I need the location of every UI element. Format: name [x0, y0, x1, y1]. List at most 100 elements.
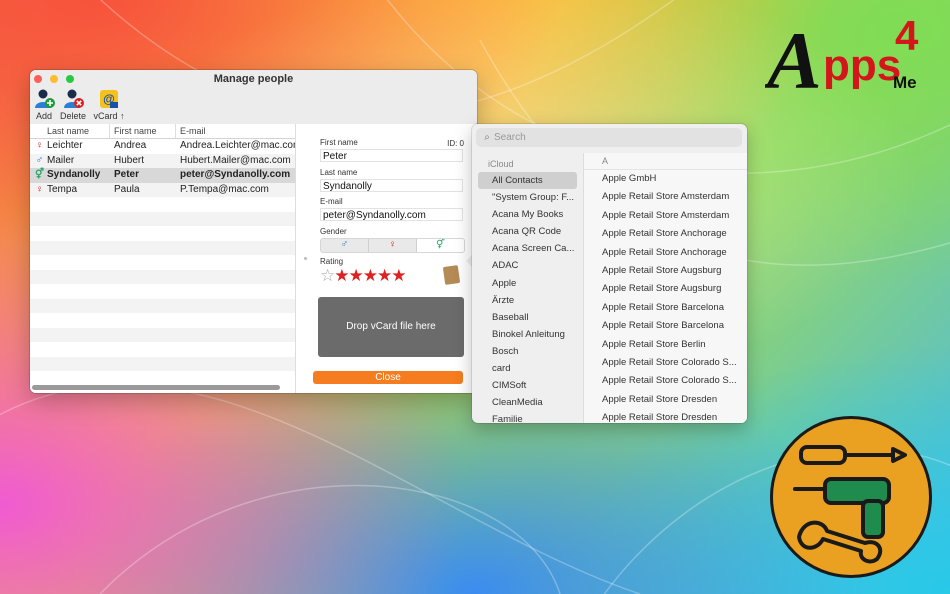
empty-table-row — [30, 342, 295, 357]
email-cell: Andrea.Leichter@mac.com — [180, 140, 295, 151]
group-item[interactable]: Bosch — [472, 343, 583, 360]
star-filled-icon[interactable]: ★ — [349, 266, 364, 285]
delete-person-icon — [62, 88, 84, 110]
contacts-popover: ⌕ Search iCloud All Contacts "System Group… — [472, 124, 747, 423]
logo-text-4: 4 — [895, 12, 919, 59]
email-field[interactable]: peter@Syndanolly.com — [320, 208, 463, 221]
rating-stars[interactable]: ☆★★★★★ — [320, 266, 407, 285]
gender-female-option[interactable]: ♀ — [369, 239, 417, 252]
email-cell: peter@Syndanolly.com — [180, 169, 291, 180]
delete-label: Delete — [59, 111, 86, 121]
star-filled-icon[interactable]: ★ — [391, 266, 406, 285]
first-name-cell: Hubert — [114, 154, 145, 166]
table-row[interactable]: ♀ Leichter Andrea Andrea.Leichter@mac.com — [30, 139, 295, 154]
group-item[interactable]: "System Group: F... — [472, 189, 583, 206]
contact-item[interactable]: Apple Retail Store Augsburg — [584, 280, 747, 298]
contact-item[interactable]: Apple Retail Store Colorado S... — [584, 372, 747, 390]
contact-item[interactable]: Apple Retail Store Barcelona — [584, 299, 747, 317]
last-name-text: Leichter — [47, 140, 83, 151]
detail-panel: First name ID: 0 Peter Last name Syndano… — [296, 124, 477, 393]
group-item[interactable]: Acana Screen Ca... — [472, 240, 583, 257]
logo-letter-a: A — [765, 15, 822, 100]
search-placeholder: Search — [494, 132, 526, 143]
last-name-field[interactable]: Syndanolly — [320, 179, 463, 192]
group-item[interactable]: Ärzte — [472, 292, 583, 309]
gender-male-icon: ♂ — [35, 154, 44, 166]
contact-item[interactable]: Apple Retail Store Berlin — [584, 336, 747, 354]
contact-item[interactable]: Apple Retail Store Amsterdam — [584, 188, 747, 206]
rating-label: Rating — [320, 257, 344, 266]
groups-list: iCloud All Contacts "System Group: F... Ac… — [472, 153, 583, 423]
contact-item[interactable]: Apple Retail Store Anchorage — [584, 244, 747, 262]
vcard-export-button[interactable]: @ vCard ↑ — [89, 88, 129, 121]
contact-item[interactable]: Apple Retail Store Dresden — [584, 391, 747, 409]
table-body: ♀ Leichter Andrea Andrea.Leichter@mac.com ♂ M… — [30, 139, 295, 386]
empty-table-row — [30, 327, 295, 342]
vcard-drop-zone[interactable]: Drop vCard file here — [318, 297, 464, 357]
group-item[interactable]: Baseball — [472, 309, 583, 326]
tools-icon — [793, 445, 907, 564]
last-name-text: Tempa — [47, 183, 78, 195]
column-last-name[interactable]: Last name — [30, 124, 110, 138]
last-name-cell: ♀ Leichter — [30, 139, 110, 154]
delete-person-button[interactable]: Delete — [53, 88, 93, 121]
group-item[interactable]: Familie — [472, 411, 583, 423]
table-row[interactable]: ♀ Tempa Paula P.Tempa@mac.com — [30, 182, 295, 197]
gender-female-icon: ♀ — [35, 183, 44, 195]
star-filled-icon[interactable]: ★ — [334, 266, 349, 285]
group-item[interactable]: Acana QR Code — [472, 223, 583, 240]
email-cell: P.Tempa@mac.com — [180, 183, 269, 195]
table-header: Last name First name E-mail — [30, 124, 295, 139]
contacts-search-field[interactable]: ⌕ Search — [476, 128, 742, 147]
close-button[interactable]: Close — [313, 371, 463, 384]
group-header-icloud: iCloud — [488, 159, 514, 169]
manage-people-window: Manage people Add Delete @ vCard ↑ Last … — [30, 70, 477, 393]
gender-group-option[interactable]: ⚥ — [417, 239, 464, 252]
first-name-cell: Paula — [114, 183, 140, 195]
email-cell: Hubert.Mailer@mac.com — [180, 154, 291, 166]
group-item[interactable]: CleanMedia — [472, 394, 583, 411]
star-filled-icon[interactable]: ★ — [377, 266, 392, 285]
group-item[interactable]: Binokel Anleitung — [472, 326, 583, 343]
empty-table-row — [30, 197, 295, 212]
add-person-icon — [33, 88, 55, 110]
contacts-list: A Apple GmbH Apple Retail Store Amsterdam… — [583, 153, 747, 423]
window-title: Manage people — [213, 73, 294, 85]
last-name-text: Mailer — [47, 154, 75, 166]
column-first-name[interactable]: First name — [110, 124, 176, 138]
table-row[interactable]: ♂ Mailer Hubert Hubert.Mailer@mac.com — [30, 153, 295, 169]
contact-item[interactable]: Apple Retail Store Augsburg — [584, 262, 747, 280]
empty-table-row — [30, 284, 295, 299]
column-email[interactable]: E-mail — [176, 124, 295, 138]
add-label: Add — [35, 111, 52, 121]
vcard-label: vCard ↑ — [93, 111, 125, 121]
group-item[interactable]: ADAC — [472, 257, 583, 274]
section-letter: A — [584, 153, 747, 170]
horizontal-scrollbar[interactable] — [32, 385, 280, 390]
contact-item[interactable]: Apple GmbH — [584, 170, 747, 188]
contact-item[interactable]: Apple Retail Store Anchorage — [584, 225, 747, 243]
search-icon: ⌕ — [484, 132, 490, 143]
empty-table-row — [30, 255, 295, 270]
contact-item[interactable]: Apple Retail Store Colorado S... — [584, 354, 747, 372]
email-label: E-mail — [320, 197, 343, 206]
first-name-cell: Peter — [114, 169, 140, 180]
group-item[interactable]: Acana My Books — [472, 206, 583, 223]
group-item[interactable]: All Contacts — [478, 172, 577, 190]
contact-item[interactable]: Apple Retail Store Amsterdam — [584, 207, 747, 225]
contact-item[interactable]: Apple Retail Store Barcelona — [584, 317, 747, 335]
group-item[interactable]: CIMSoft — [472, 377, 583, 394]
gender-label: Gender — [320, 227, 347, 236]
first-name-label: First name — [320, 138, 358, 147]
empty-table-row — [30, 356, 295, 371]
star-filled-icon[interactable]: ★ — [363, 266, 378, 285]
contact-item[interactable]: Apple Retail Store Dresden — [584, 409, 747, 423]
last-name-cell: ♂ Mailer — [30, 154, 110, 169]
group-item[interactable]: card — [472, 360, 583, 377]
first-name-field[interactable]: Peter — [320, 149, 463, 162]
gender-male-option[interactable]: ♂ — [321, 239, 369, 252]
group-item[interactable]: Apple — [472, 275, 583, 292]
table-row[interactable]: ⚥ Syndanolly Peter peter@Syndanolly.com — [30, 168, 295, 183]
star-empty-icon[interactable]: ☆ — [320, 266, 335, 285]
empty-table-row — [30, 211, 295, 226]
